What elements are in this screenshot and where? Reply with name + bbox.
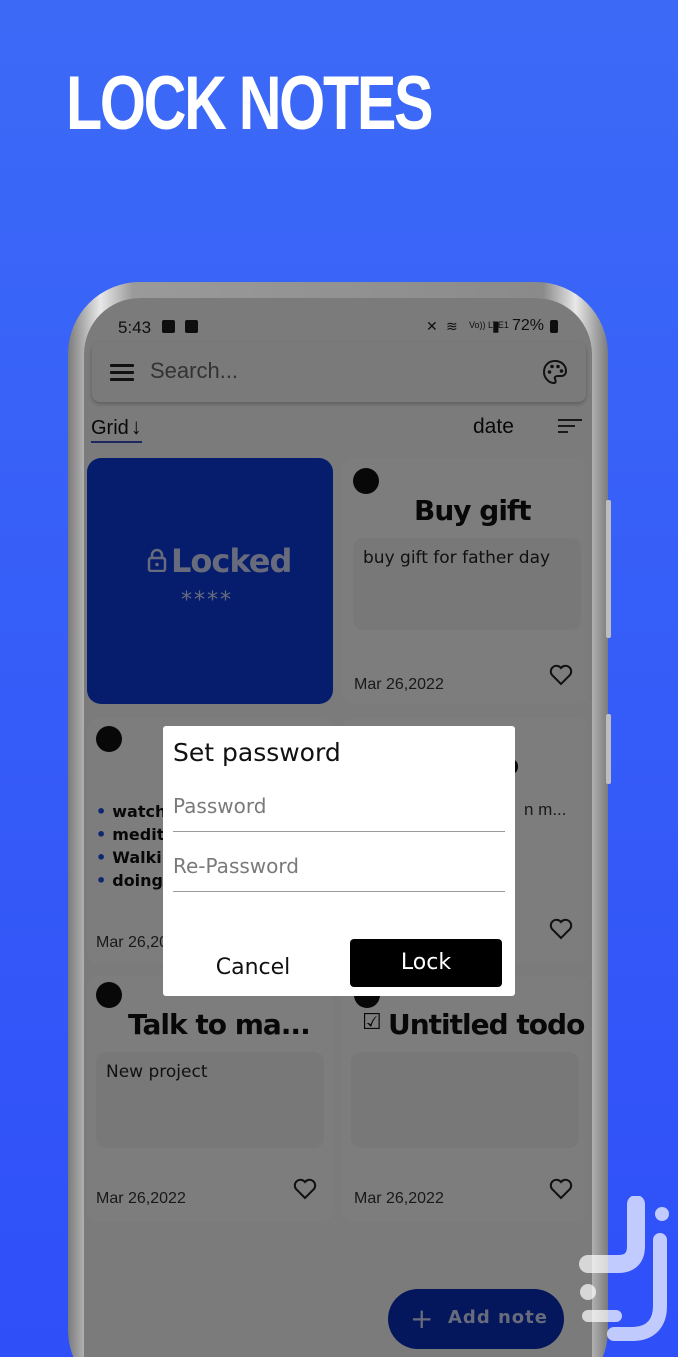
password-field[interactable]: [173, 790, 505, 832]
brand-logo: [579, 1196, 669, 1341]
cancel-button[interactable]: Cancel: [193, 946, 313, 990]
phone-side-button: [606, 500, 611, 638]
password-input[interactable]: [173, 790, 505, 818]
repassword-field[interactable]: [173, 850, 505, 892]
phone-side-button: [606, 714, 611, 784]
lock-button[interactable]: Lock: [350, 939, 502, 987]
dialog-title: Set password: [173, 738, 341, 767]
promo-title: LOCK NOTES: [66, 61, 434, 146]
set-password-dialog: Set password Cancel Lock: [163, 726, 515, 996]
phone-screen: 5:43 ✕ ≋ Vo)) LTE1 ▮ 72% Search... Grid↓: [84, 298, 592, 1357]
repassword-input[interactable]: [173, 850, 505, 878]
